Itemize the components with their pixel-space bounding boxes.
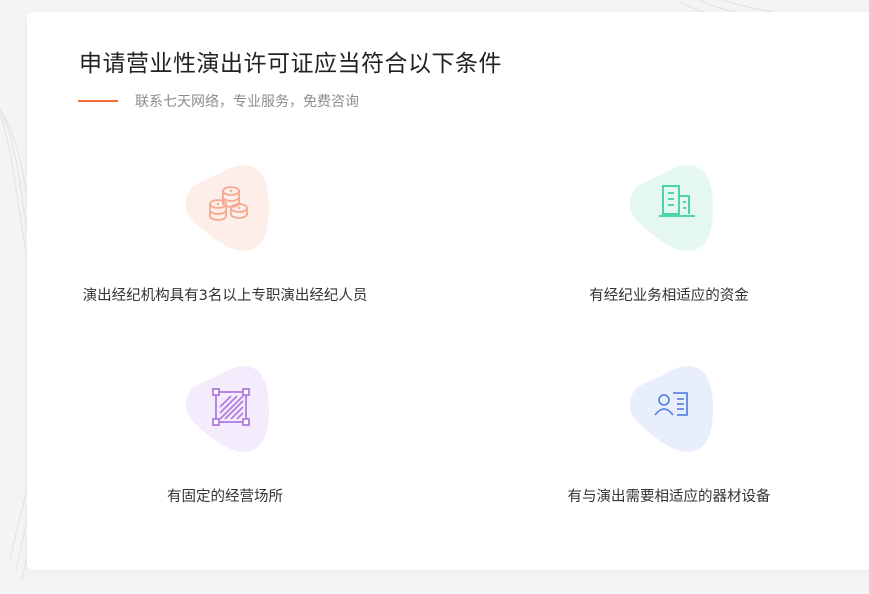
feature-item-funds: 有经纪业务相适应的资金 (519, 158, 819, 328)
hatched-square-icon (212, 388, 250, 426)
feature-icon-badge (179, 158, 274, 258)
conditions-card: 申请营业性演出许可证应当符合以下条件 联系七天网络，专业服务，免费咨询 演出经纪… (27, 12, 869, 570)
feature-label: 有经纪业务相适应的资金 (589, 288, 749, 304)
feature-item-venue: 有固定的经营场所 (75, 359, 375, 529)
feature-item-staff: 演出经纪机构具有3名以上专职演出经纪人员 (75, 158, 375, 348)
feature-label: 演出经纪机构具有3名以上专职演出经纪人员 (82, 288, 368, 304)
page-title: 申请营业性演出许可证应当符合以下条件 (79, 51, 502, 77)
contact-card-icon (654, 392, 688, 416)
building-icon (659, 185, 695, 217)
title-accent-line (78, 100, 118, 102)
feature-icon-badge (623, 158, 718, 258)
feature-label: 有固定的经营场所 (167, 489, 283, 505)
feature-label: 有与演出需要相适应的器材设备 (567, 489, 771, 505)
subtitle: 联系七天网络，专业服务，免费咨询 (135, 94, 359, 110)
feature-icon-badge (623, 359, 718, 459)
feature-item-equipment: 有与演出需要相适应的器材设备 (519, 359, 819, 529)
coins-icon (209, 186, 248, 221)
feature-icon-badge (179, 359, 274, 459)
